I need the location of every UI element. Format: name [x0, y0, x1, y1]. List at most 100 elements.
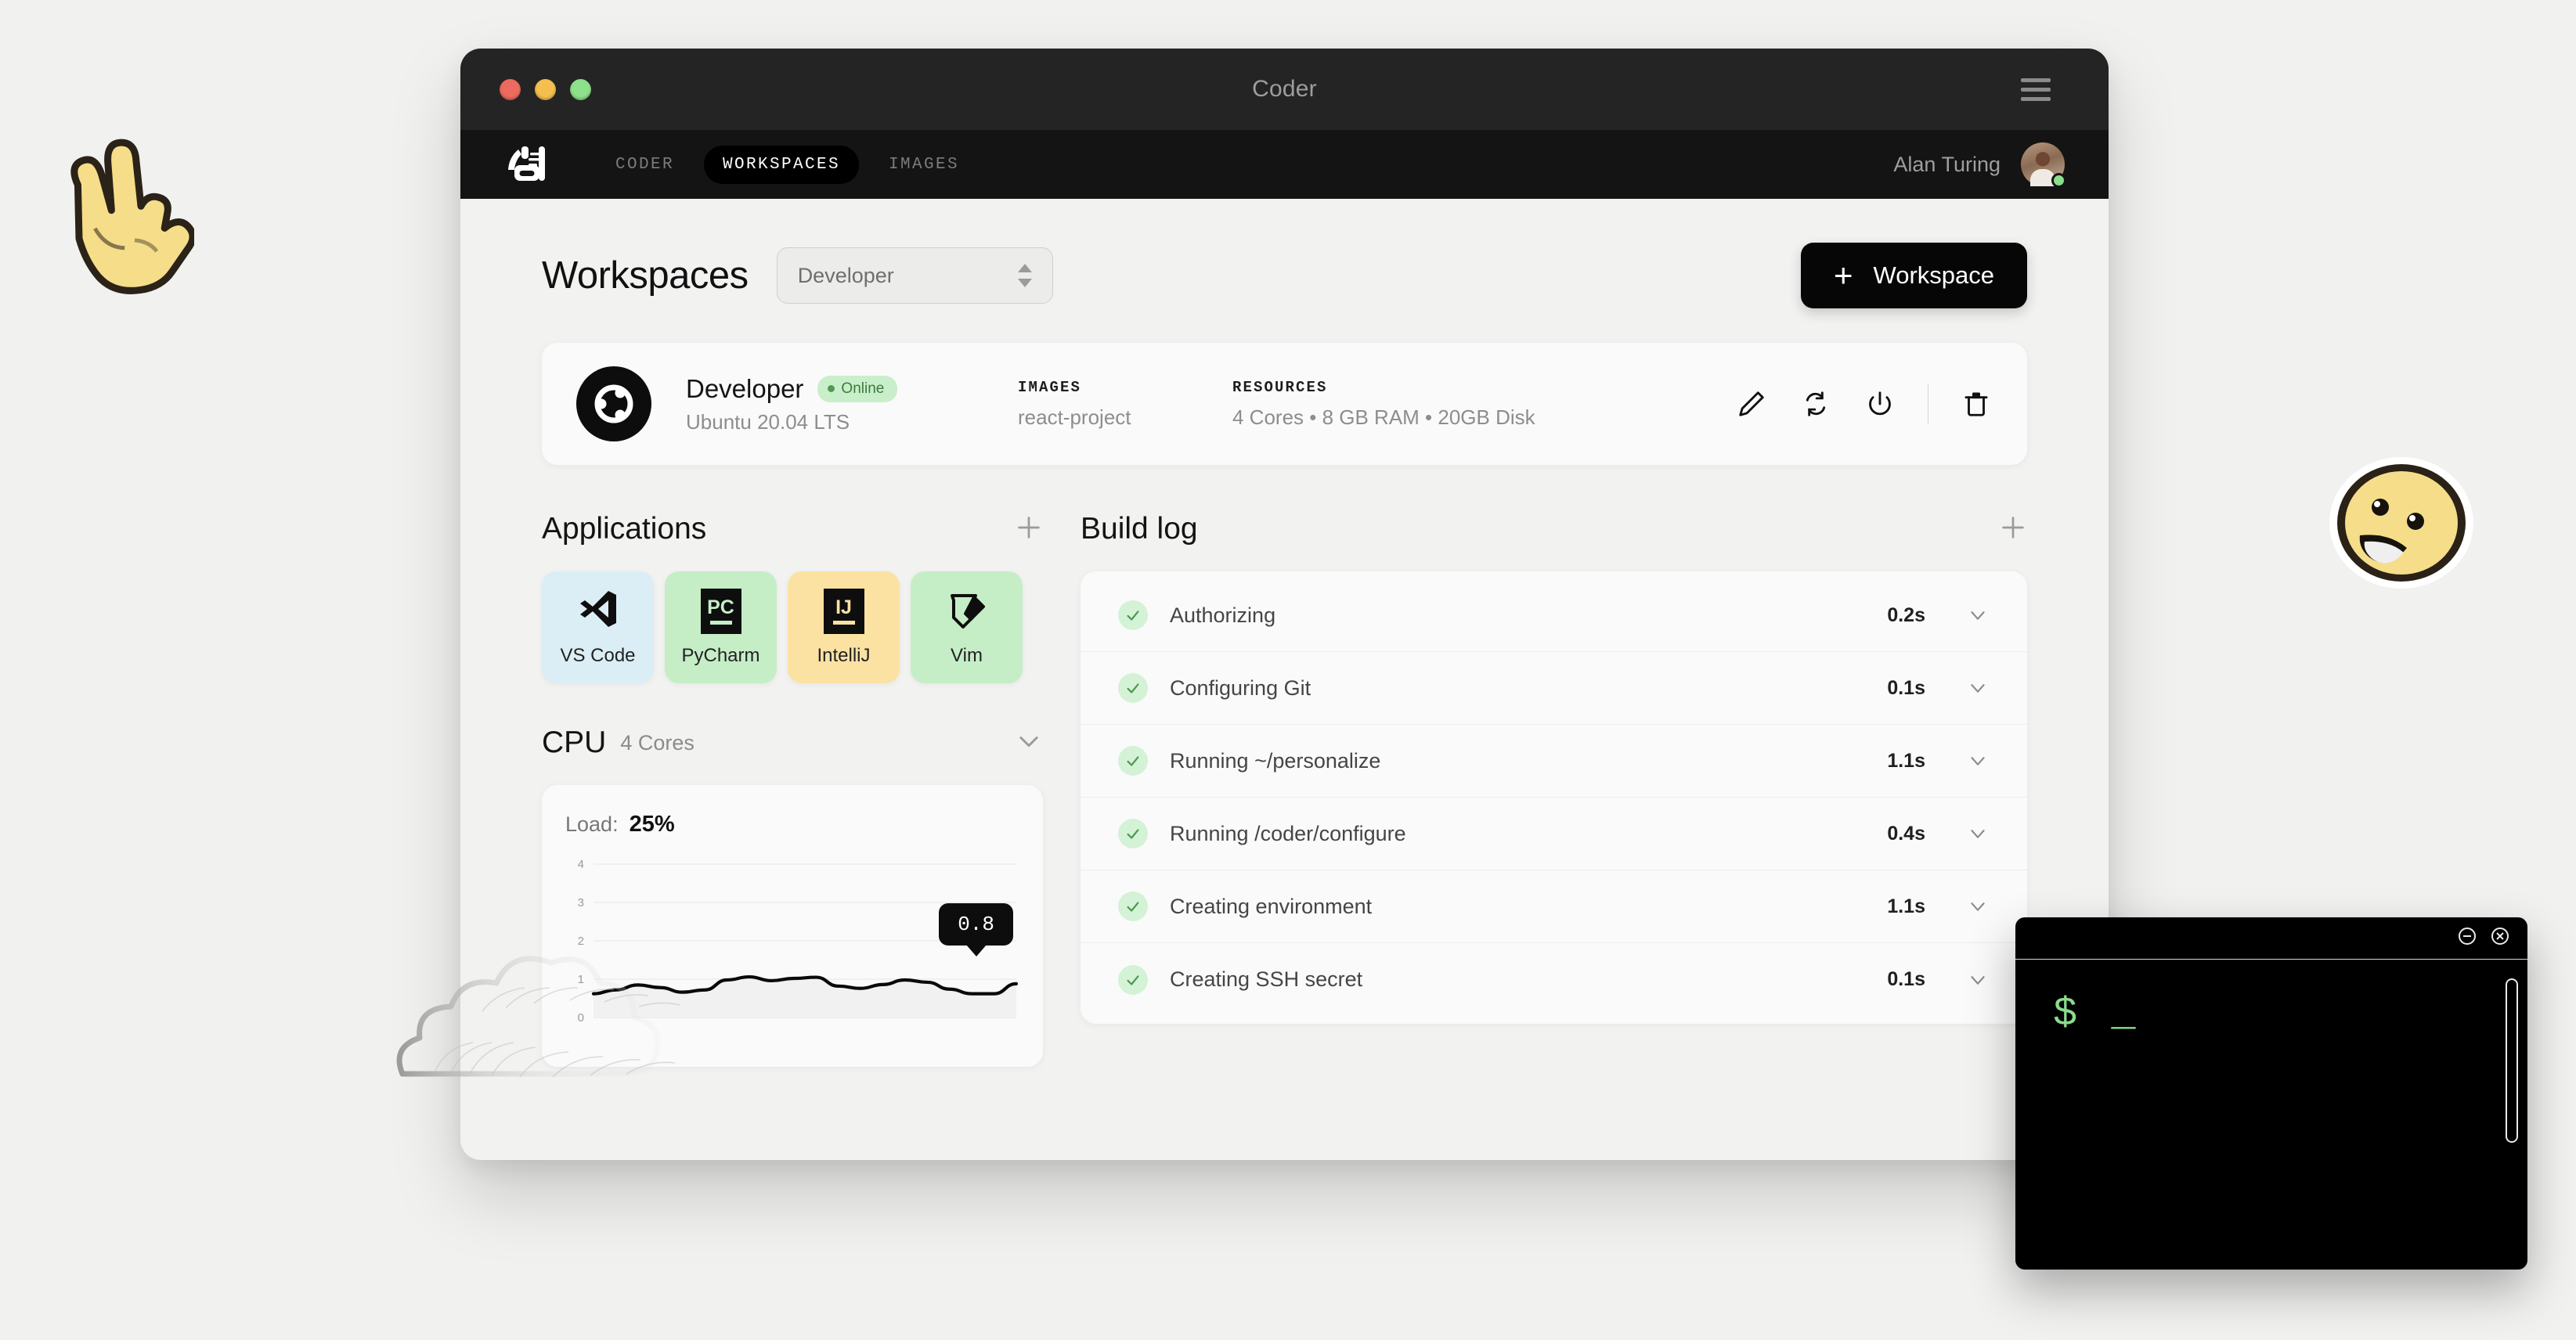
cpu-header: CPU 4 Cores	[542, 721, 1043, 765]
refresh-icon[interactable]	[1799, 387, 1832, 420]
window-titlebar: Coder	[460, 49, 2109, 130]
log-row[interactable]: Creating environment 1.1s	[1081, 870, 2027, 943]
chevron-down-icon[interactable]	[1947, 676, 1990, 700]
cpu-load: Load: 25%	[565, 812, 1019, 838]
log-row[interactable]: Configuring Git 0.1s	[1081, 652, 2027, 725]
app-label-intellij: IntelliJ	[817, 644, 871, 666]
close-button[interactable]	[500, 78, 521, 100]
app-tile-intellij[interactable]: IJ IntelliJ	[788, 571, 900, 683]
rock-hand-sticker	[38, 133, 197, 305]
window-controls[interactable]	[500, 78, 591, 100]
workspace-name: Developer	[686, 373, 804, 403]
power-icon[interactable]	[1863, 387, 1896, 420]
log-step-name: Creating SSH secret	[1170, 967, 1363, 991]
vscode-icon	[577, 588, 619, 634]
page-title: Workspaces	[542, 254, 749, 297]
workspace-resources: RESOURCES 4 Cores • 8 GB RAM • 20GB Disk	[1232, 379, 1600, 430]
chart-tooltip: 0.8	[939, 903, 1013, 946]
terminal-body[interactable]: $ _	[2015, 960, 2527, 1143]
terminal-prompt: $ _	[2053, 991, 2141, 1037]
app-tile-pycharm[interactable]: PC PyCharm	[665, 571, 777, 683]
new-workspace-label: Workspace	[1873, 261, 1995, 289]
build-log-title: Build log	[1081, 512, 1198, 546]
minimize-button[interactable]	[535, 78, 556, 100]
images-value: react-project	[1018, 405, 1131, 429]
zoom-button[interactable]	[570, 78, 591, 100]
cpu-title: CPU	[542, 726, 607, 759]
hamburger-icon[interactable]	[2021, 77, 2051, 101]
top-navigation: CODER WORKSPACES IMAGES Alan Turing	[460, 130, 2109, 199]
check-icon	[1118, 600, 1148, 630]
edit-icon[interactable]	[1735, 387, 1768, 420]
user-name: Alan Turing	[1893, 152, 2001, 176]
vim-icon	[946, 588, 988, 634]
tab-coder[interactable]: CODER	[597, 146, 693, 184]
check-icon	[1118, 673, 1148, 703]
workspace-selector-value: Developer	[797, 263, 894, 287]
chevron-down-icon[interactable]	[1947, 895, 1990, 918]
cloud-sketch-sticker	[388, 886, 756, 1091]
terminal-scrollbar[interactable]	[2506, 978, 2518, 1143]
chevron-down-icon[interactable]	[1947, 603, 1990, 627]
check-icon	[1118, 964, 1148, 995]
status-badge: Online	[817, 375, 898, 402]
log-duration: 1.1s	[1887, 895, 1925, 917]
build-log-header: Build log	[1081, 507, 2027, 551]
status-badge-label: Online	[841, 380, 885, 397]
check-icon	[1118, 746, 1148, 776]
status-dot	[2051, 173, 2066, 188]
screen: Coder CODER WORKSPACES IMAGES Alan Turin…	[0, 0, 2576, 1340]
new-workspace-button[interactable]: + Workspace	[1800, 243, 2027, 308]
log-row[interactable]: Creating SSH secret 0.1s	[1081, 943, 2027, 1016]
avatar[interactable]	[2021, 142, 2066, 188]
nav-items: CODER WORKSPACES IMAGES	[597, 145, 978, 184]
images-label: IMAGES	[1018, 378, 1082, 396]
tab-images[interactable]: IMAGES	[870, 146, 978, 184]
check-icon	[1118, 892, 1148, 921]
log-row[interactable]: Authorizing 0.2s	[1081, 579, 2027, 652]
resources-value: 4 Cores • 8 GB RAM • 20GB Disk	[1232, 405, 1535, 429]
right-column: Build log Authorizing 0.2s Configuring Git…	[1081, 507, 2027, 1067]
add-build-log-button[interactable]	[1999, 513, 2027, 546]
workspace-os: Ubuntu 20.04 LTS	[686, 409, 850, 434]
app-tile-vscode[interactable]: VS Code	[542, 571, 654, 683]
tab-workspaces[interactable]: WORKSPACES	[704, 145, 860, 184]
chevron-down-icon[interactable]	[1947, 968, 1990, 992]
log-row[interactable]: Running ~/personalize 1.1s	[1081, 725, 2027, 798]
terminal-window[interactable]: $ _	[2015, 917, 2527, 1270]
workspace-card[interactable]: Developer Online Ubuntu 20.04 LTS IMAGES…	[542, 343, 2027, 465]
delete-icon[interactable]	[1960, 387, 1993, 420]
applications-header: Applications	[542, 507, 1043, 551]
log-duration: 0.1s	[1887, 676, 1925, 699]
svg-text:4: 4	[578, 858, 584, 871]
application-tiles: VS Code PC PyCharm IJ IntelliJ Vim	[542, 571, 1043, 683]
plus-icon: +	[1833, 257, 1853, 294]
cpu-load-value: 25%	[629, 812, 675, 837]
app-label-vscode: VS Code	[560, 645, 636, 666]
chevron-down-icon[interactable]	[1947, 749, 1990, 773]
app-tile-vim[interactable]: Vim	[911, 571, 1023, 683]
add-application-button[interactable]	[1015, 513, 1043, 546]
workspace-actions	[1735, 384, 1993, 424]
intellij-icon: IJ	[823, 588, 864, 634]
workspace-images: IMAGES react-project	[1018, 379, 1198, 430]
applications-title: Applications	[542, 512, 707, 546]
log-step-name: Authorizing	[1170, 603, 1276, 627]
awesome-face-sticker	[2324, 452, 2479, 593]
stepper-icon	[1017, 264, 1032, 287]
chevron-down-icon[interactable]	[1947, 822, 1990, 845]
minimize-circle-icon[interactable]	[2457, 926, 2477, 950]
log-step-name: Running ~/personalize	[1170, 748, 1381, 773]
window-title: Coder	[1252, 76, 1317, 102]
user-menu[interactable]: Alan Turing	[1893, 142, 2066, 188]
chevron-down-icon[interactable]	[1015, 727, 1043, 759]
close-circle-icon[interactable]	[2490, 926, 2510, 950]
status-dot-icon	[828, 385, 835, 392]
log-row[interactable]: Running /coder/configure 0.4s	[1081, 798, 2027, 870]
app-label-pycharm: PyCharm	[681, 644, 760, 666]
cpu-load-label: Load:	[565, 812, 619, 836]
log-step-name: Running /coder/configure	[1170, 821, 1406, 845]
coder-logo-icon[interactable]	[504, 142, 553, 187]
workspace-selector[interactable]: Developer	[776, 247, 1053, 304]
pycharm-icon: PC	[700, 588, 741, 634]
